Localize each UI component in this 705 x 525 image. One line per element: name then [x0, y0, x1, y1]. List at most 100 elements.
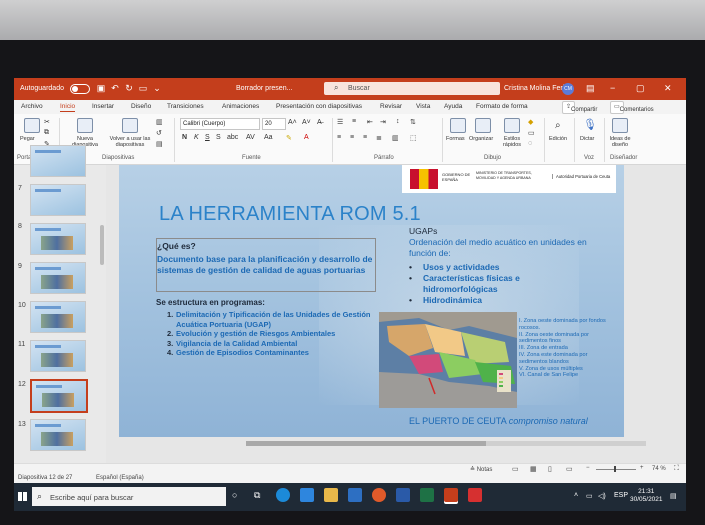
- tab-animaciones[interactable]: Animaciones: [222, 103, 259, 110]
- decrease-indent-icon[interactable]: ⇤: [367, 118, 373, 126]
- tab-transiciones[interactable]: Transiciones: [167, 103, 204, 110]
- align-left-icon[interactable]: ≡: [337, 134, 341, 141]
- tab-revisar[interactable]: Revisar: [380, 103, 402, 110]
- tab-insertar[interactable]: Insertar: [92, 103, 114, 110]
- bold-icon[interactable]: N: [182, 134, 187, 141]
- font-color-icon[interactable]: A: [304, 134, 309, 141]
- chrome-icon[interactable]: [372, 488, 386, 502]
- document-title[interactable]: Borrador presen...: [236, 85, 292, 92]
- slide-sorter-icon[interactable]: ▦: [530, 465, 537, 473]
- new-slide-icon[interactable]: [77, 118, 93, 133]
- task-view-icon[interactable]: ⧉: [254, 490, 260, 501]
- zoom-slider-thumb[interactable]: [614, 466, 616, 472]
- programs-list[interactable]: 1. Delimitación y Tipificación de las Uni…: [167, 310, 372, 358]
- tab-vista[interactable]: Vista: [416, 103, 430, 110]
- start-slideshow-icon[interactable]: ▭: [138, 83, 148, 93]
- font-size-select[interactable]: 20: [262, 118, 286, 130]
- align-right-icon[interactable]: ≡: [363, 134, 367, 141]
- share-button[interactable]: ⇪ Compartir: [562, 101, 597, 114]
- change-case-icon[interactable]: Aa: [264, 134, 273, 141]
- cortana-icon[interactable]: ○: [232, 490, 237, 500]
- close-icon[interactable]: ✕: [664, 83, 672, 94]
- font-family-select[interactable]: Calibri (Cuerpo): [180, 118, 260, 130]
- comments-button[interactable]: ▭ Comentarios: [610, 101, 654, 114]
- editing-label[interactable]: Edición: [549, 136, 567, 142]
- align-center-icon[interactable]: ≡: [350, 134, 354, 141]
- slide-canvas[interactable]: GOBIERNO DE ESPAÑA MINISTERIO DE TRANSPO…: [119, 165, 624, 437]
- slide-thumbnail[interactable]: [30, 419, 86, 451]
- decrease-font-icon[interactable]: A˅: [302, 119, 311, 126]
- design-ideas-icon[interactable]: [612, 118, 628, 133]
- language-status[interactable]: Español (España): [96, 475, 144, 481]
- fit-slide-icon[interactable]: ⛶: [674, 465, 679, 473]
- clear-format-icon[interactable]: A̶: [317, 119, 322, 126]
- shapes-icon[interactable]: [450, 118, 466, 133]
- cut-icon[interactable]: ✂: [44, 118, 50, 126]
- bullets-icon[interactable]: ☰: [337, 118, 343, 126]
- word-icon[interactable]: [396, 488, 410, 502]
- zoom-level[interactable]: 74 %: [652, 466, 666, 472]
- highlight-icon[interactable]: ✎: [286, 134, 292, 142]
- copy-icon[interactable]: ⧉: [44, 129, 49, 137]
- zoom-in-icon[interactable]: +: [640, 465, 644, 471]
- columns-icon[interactable]: ▥: [392, 134, 399, 142]
- ugap-description[interactable]: Ordenación del medio acuático en unidade…: [409, 237, 609, 259]
- reading-view-icon[interactable]: ▯: [548, 465, 552, 473]
- normal-view-icon[interactable]: ▭: [512, 465, 519, 473]
- numbering-icon[interactable]: ≡: [352, 118, 356, 125]
- increase-indent-icon[interactable]: ⇥: [380, 118, 386, 126]
- title-search-box[interactable]: ⌕ Buscar: [324, 82, 500, 95]
- shape-outline-icon[interactable]: ▭: [528, 129, 535, 137]
- tab-inicio[interactable]: Inicio: [60, 103, 76, 112]
- quick-styles-icon[interactable]: [504, 118, 520, 133]
- maximize-icon[interactable]: ▢: [636, 83, 645, 94]
- outlook-icon[interactable]: [348, 488, 362, 502]
- windows-start-icon[interactable]: [18, 492, 27, 501]
- slideshow-view-icon[interactable]: ▭: [566, 465, 573, 473]
- zoom-slider[interactable]: [596, 469, 636, 470]
- acrobat-icon[interactable]: [468, 488, 482, 502]
- line-spacing-icon[interactable]: ↕: [396, 118, 400, 125]
- ugap-list[interactable]: • Usos y actividades • Características fís…: [409, 262, 573, 306]
- ribbon-display-icon[interactable]: ▤: [586, 83, 595, 94]
- tab-diseno[interactable]: Diseño: [131, 103, 151, 110]
- undo-icon[interactable]: ↶: [110, 83, 120, 93]
- redo-icon[interactable]: ↻: [124, 83, 134, 93]
- paste-icon[interactable]: [24, 118, 40, 133]
- strikethrough-abc-icon[interactable]: abc: [227, 134, 238, 141]
- layout-icon[interactable]: ▥: [156, 118, 163, 126]
- network-icon[interactable]: ▭: [586, 492, 593, 500]
- excel-icon[interactable]: [420, 488, 434, 502]
- powerpoint-icon[interactable]: [444, 488, 458, 502]
- taskbar-search[interactable]: ⌕ Escribe aquí para buscar: [32, 487, 226, 506]
- slide-thumbnail[interactable]: [30, 145, 86, 177]
- justify-icon[interactable]: ≣: [376, 134, 382, 142]
- thumbnail-scrollbar[interactable]: [100, 225, 104, 265]
- underline-icon[interactable]: S: [205, 134, 210, 141]
- slide-thumbnail[interactable]: [30, 223, 86, 255]
- slide-title[interactable]: LA HERRAMIENTA ROM 5.1: [159, 203, 421, 226]
- horizontal-scrollbar[interactable]: [246, 441, 646, 446]
- italic-icon[interactable]: K: [194, 134, 199, 141]
- avatar[interactable]: CM: [562, 83, 574, 95]
- increase-font-icon[interactable]: A˄: [288, 119, 297, 126]
- reset-icon[interactable]: ↺: [156, 129, 162, 137]
- arrange-icon[interactable]: [475, 118, 491, 133]
- port-zone-map[interactable]: [379, 312, 517, 408]
- ugap-heading[interactable]: UGAPs: [409, 226, 437, 236]
- tab-ayuda[interactable]: Ayuda: [444, 103, 462, 110]
- ie-icon[interactable]: [300, 488, 314, 502]
- tab-presentacion[interactable]: Presentación con diapositivas: [276, 103, 362, 110]
- shape-effects-icon[interactable]: ◌: [528, 140, 532, 147]
- slide-thumbnail-selected[interactable]: [30, 379, 88, 413]
- slide-thumbnail[interactable]: [30, 340, 86, 372]
- strikethrough-icon[interactable]: S: [216, 134, 221, 141]
- slide-thumbnail[interactable]: [30, 301, 86, 333]
- save-icon[interactable]: ▣: [96, 83, 106, 93]
- notifications-icon[interactable]: ▤: [670, 492, 677, 500]
- shape-fill-icon[interactable]: ◆: [528, 118, 533, 126]
- tab-formato-forma[interactable]: Formato de forma: [476, 103, 528, 110]
- description-text[interactable]: Documento base para la planificación y d…: [157, 254, 373, 276]
- customize-qat-icon[interactable]: ⌄: [152, 83, 162, 93]
- tab-archivo[interactable]: Archivo: [21, 103, 43, 110]
